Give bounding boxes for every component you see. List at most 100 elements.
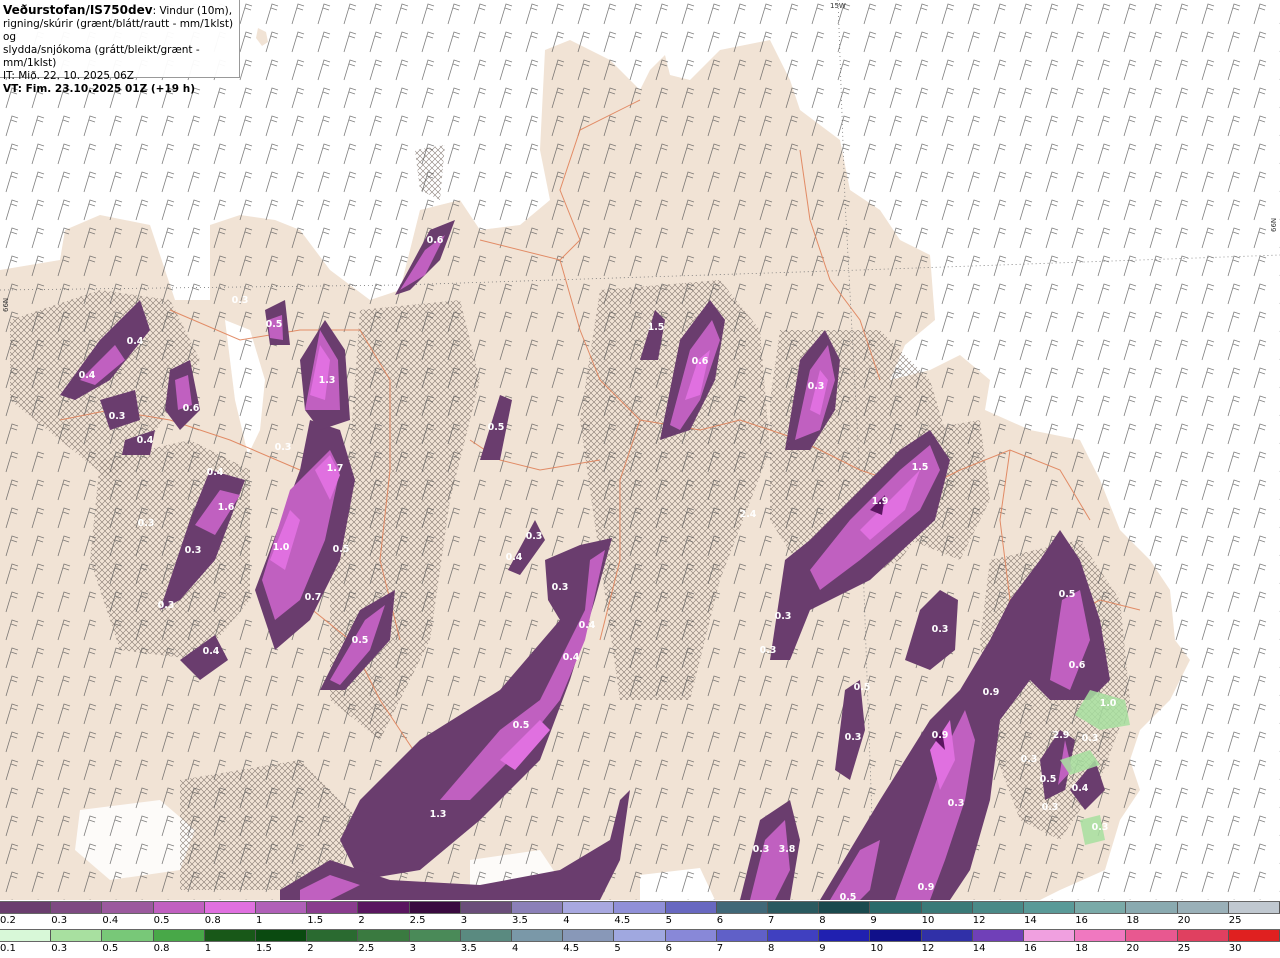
precip-value-label: 0.3	[158, 600, 175, 611]
legend-tick: 0.3	[51, 915, 68, 926]
brand-title: Veðurstofan/IS750dev	[3, 3, 153, 17]
legend-tick: 0.5	[153, 915, 170, 926]
legend-tick: 2	[307, 943, 314, 954]
legend-tick: 6	[716, 915, 724, 926]
legend-tick: 9	[819, 943, 826, 954]
legend-swatch	[358, 930, 410, 941]
legend-swatch	[102, 930, 154, 941]
precip-value-label: 0.4	[207, 467, 224, 478]
legend-swatch	[153, 930, 205, 941]
legend-swatch	[460, 902, 513, 913]
precip-value-label: 0.5	[1059, 589, 1076, 600]
legend-tick: 0.8	[204, 915, 221, 926]
legend-tick: 5	[665, 915, 672, 926]
legend-snow: 0.2 0.3 0.4 0.5 0.8 1 1.5 2 2.5 3 3.5 4 4.5 5 6 7 8 9 10 12…	[0, 901, 1280, 929]
precip-value-label: 0.4	[563, 652, 580, 663]
legend-swatch	[0, 902, 52, 913]
precip-value-label: 0.3	[808, 381, 825, 392]
legend-swatch	[563, 930, 615, 941]
legend-swatch	[51, 902, 103, 913]
legend-swatch	[870, 930, 922, 941]
init-time: IT: Mið. 22. 10. 2025 06Z	[3, 70, 134, 82]
precip-value-label: 0.5	[333, 544, 350, 555]
precip-value-label: 0.9	[918, 882, 935, 893]
legend-swatch	[512, 930, 564, 941]
legend-tick: 5	[614, 943, 621, 954]
legend-tick: 20	[1177, 915, 1191, 926]
legend-swatch	[972, 902, 1025, 913]
legend-tick: 3.5	[460, 943, 477, 954]
precip-value-label: 0.5	[513, 720, 530, 731]
legend-swatch	[256, 930, 308, 941]
legend-tick: 2	[358, 915, 365, 926]
legend-swatch	[768, 902, 820, 913]
legend-tick: 10	[921, 915, 935, 926]
precip-value-label: 0.4	[203, 646, 220, 657]
legend-swatch	[460, 930, 513, 941]
legend-swatch	[1228, 902, 1280, 913]
desc-line-2: rigning/skúrir (grænt/blátt/rautt - mm/1…	[3, 18, 234, 43]
legend-tick: 12	[972, 915, 986, 926]
precip-value-label: 0.3	[1082, 733, 1099, 744]
precip-value-label: 1.9	[872, 496, 889, 507]
legend-tick: 2.5	[358, 943, 375, 954]
legend-swatch	[409, 930, 461, 941]
legend-swatch	[409, 902, 461, 913]
legend-swatch	[1075, 930, 1127, 941]
legend-swatch	[1075, 902, 1127, 913]
precip-value-label: 0.3	[526, 531, 543, 542]
legend-tick: 8	[819, 915, 826, 926]
precip-value-label: 0.3	[138, 518, 155, 529]
legend-tick: 25	[1177, 943, 1191, 954]
legend-rain-ticks: 0.1 0.3 0.5 0.8 1 1.5 2 2.5 3 3.5 4 4.5 5 6 7 8 9 10 12 14 1…	[0, 942, 1280, 956]
legend-swatch	[512, 902, 564, 913]
legend-tick: 0.5	[102, 943, 119, 954]
precip-value-label: 1.0	[273, 542, 290, 553]
legend-swatch	[307, 930, 359, 941]
legend-tick: 8	[768, 943, 775, 954]
legend-tick: 1	[256, 915, 263, 926]
precip-value-label: 0.3	[1042, 802, 1059, 813]
legend-swatch	[972, 930, 1025, 941]
legend-swatch	[1228, 930, 1280, 941]
legend-tick: 9	[870, 915, 877, 926]
precip-value-label: 0.3	[275, 442, 292, 453]
desc-line-3: slydda/snjókoma (grátt/bleikt/grænt - mm…	[3, 44, 200, 69]
legend-tick: 14	[972, 943, 986, 954]
precip-value-label: 0.3	[932, 624, 949, 635]
legend-tick: 1.5	[256, 943, 272, 954]
precip-value-label: 0.3	[948, 798, 965, 809]
legend-tick: 3	[409, 943, 416, 954]
legend-tick: 7	[768, 915, 775, 926]
precip-value-label: 0.3	[1021, 754, 1038, 765]
precip-value-label: 0.6	[427, 235, 444, 246]
precip-value-label: 1.5	[648, 322, 665, 333]
legend-swatch	[1177, 902, 1229, 913]
legend-tick: 4.5	[563, 943, 580, 954]
precip-value-label: 0.4	[579, 620, 596, 631]
precip-value-label: 0.9	[932, 730, 949, 741]
legend-tick: 10	[870, 943, 884, 954]
legend-swatch	[1024, 902, 1076, 913]
longitude-label: 15W	[830, 2, 846, 10]
legend-snow-bar	[0, 901, 1280, 914]
legend-rain: 0.1 0.3 0.5 0.8 1 1.5 2 2.5 3 3.5 4 4.5 5 6 7 8 9 10 12 14 1…	[0, 929, 1280, 957]
legend-swatch	[716, 902, 769, 913]
legend-tick: 30	[1228, 943, 1242, 954]
legend-tick: 3.5	[512, 915, 528, 926]
precip-value-label: 2.4	[740, 509, 757, 520]
legend-tick: 14	[1024, 915, 1037, 926]
legend-swatch	[204, 930, 257, 941]
legend-swatch	[716, 930, 769, 941]
legend-tick: 3	[460, 915, 468, 926]
legend-swatch	[921, 902, 973, 913]
precip-value-label: 3.8	[779, 844, 796, 855]
legend-swatch	[819, 930, 871, 941]
legend-tick: 20	[1126, 943, 1140, 954]
legend-tick: 1.5	[307, 915, 324, 926]
legend-swatch	[256, 902, 308, 913]
valid-time: VT: Fim. 23.10.2025 01Z (+19 h)	[3, 83, 196, 95]
legend-swatch	[0, 930, 52, 941]
legend-tick: 18	[1126, 915, 1140, 926]
precip-value-label: 1.3	[430, 809, 447, 820]
